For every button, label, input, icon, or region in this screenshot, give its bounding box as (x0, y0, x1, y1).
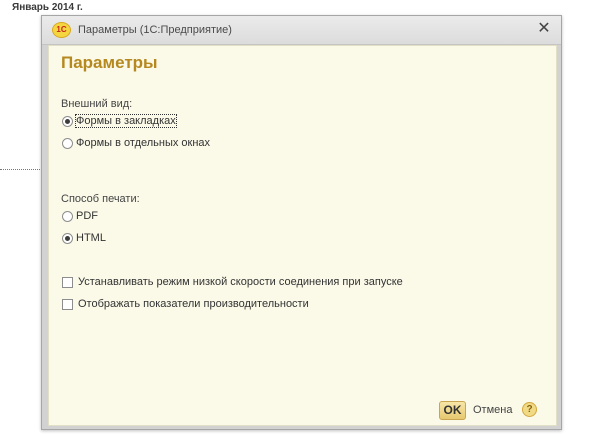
print-method-label: Способ печати: (61, 193, 140, 205)
checkbox-box[interactable] (62, 276, 73, 288)
dialog-title: Параметры (1С:Предприятие) (78, 24, 232, 36)
checkbox-performance-indicators[interactable]: Отображать показатели производительности (62, 297, 309, 311)
close-icon: ✕ (537, 20, 551, 37)
checkbox-box[interactable] (62, 298, 73, 310)
cancel-button[interactable]: Отмена (473, 404, 512, 416)
checkbox-performance-indicators-label[interactable]: Отображать показатели производительности (78, 298, 309, 310)
radio-button-checked[interactable] (62, 232, 73, 244)
radio-print-html[interactable]: HTML (62, 231, 106, 245)
ok-button[interactable]: OK (439, 401, 466, 420)
radio-button-unchecked[interactable] (62, 210, 73, 222)
page: Январь 2014 г. 1С Параметры (1С:Предприя… (0, 0, 600, 434)
radio-print-pdf-label[interactable]: PDF (76, 210, 98, 222)
parameters-dialog: 1С Параметры (1С:Предприятие) ✕ Параметр… (41, 15, 562, 430)
radio-forms-in-windows[interactable]: Формы в отдельных окнах (62, 136, 210, 150)
form-title: Параметры (61, 53, 158, 72)
appearance-label: Внешний вид: (61, 98, 133, 110)
radio-forms-in-tabs-label[interactable]: Формы в закладках (75, 114, 177, 128)
checkbox-low-speed-connection-label[interactable]: Устанавливать режим низкой скорости соед… (78, 276, 403, 288)
radio-print-pdf[interactable]: PDF (62, 209, 98, 223)
radio-button-checked[interactable] (62, 115, 73, 127)
radio-forms-in-windows-label[interactable]: Формы в отдельных окнах (76, 137, 210, 149)
radio-button-unchecked[interactable] (62, 137, 73, 149)
radio-print-html-label[interactable]: HTML (76, 232, 106, 244)
dialog-content: Параметры Внешний вид: Формы в закладках… (48, 45, 557, 426)
dialog-titlebar[interactable]: 1С Параметры (1С:Предприятие) ✕ (42, 16, 561, 45)
checkbox-low-speed-connection[interactable]: Устанавливать режим низкой скорости соед… (62, 275, 403, 289)
close-button[interactable]: ✕ (537, 21, 551, 37)
radio-forms-in-tabs[interactable]: Формы в закладках (62, 114, 177, 128)
help-icon[interactable]: ? (522, 402, 537, 417)
1c-logo-icon: 1С (52, 22, 71, 38)
background-dotted-line (0, 169, 42, 170)
background-month-header: Январь 2014 г. (12, 2, 83, 13)
